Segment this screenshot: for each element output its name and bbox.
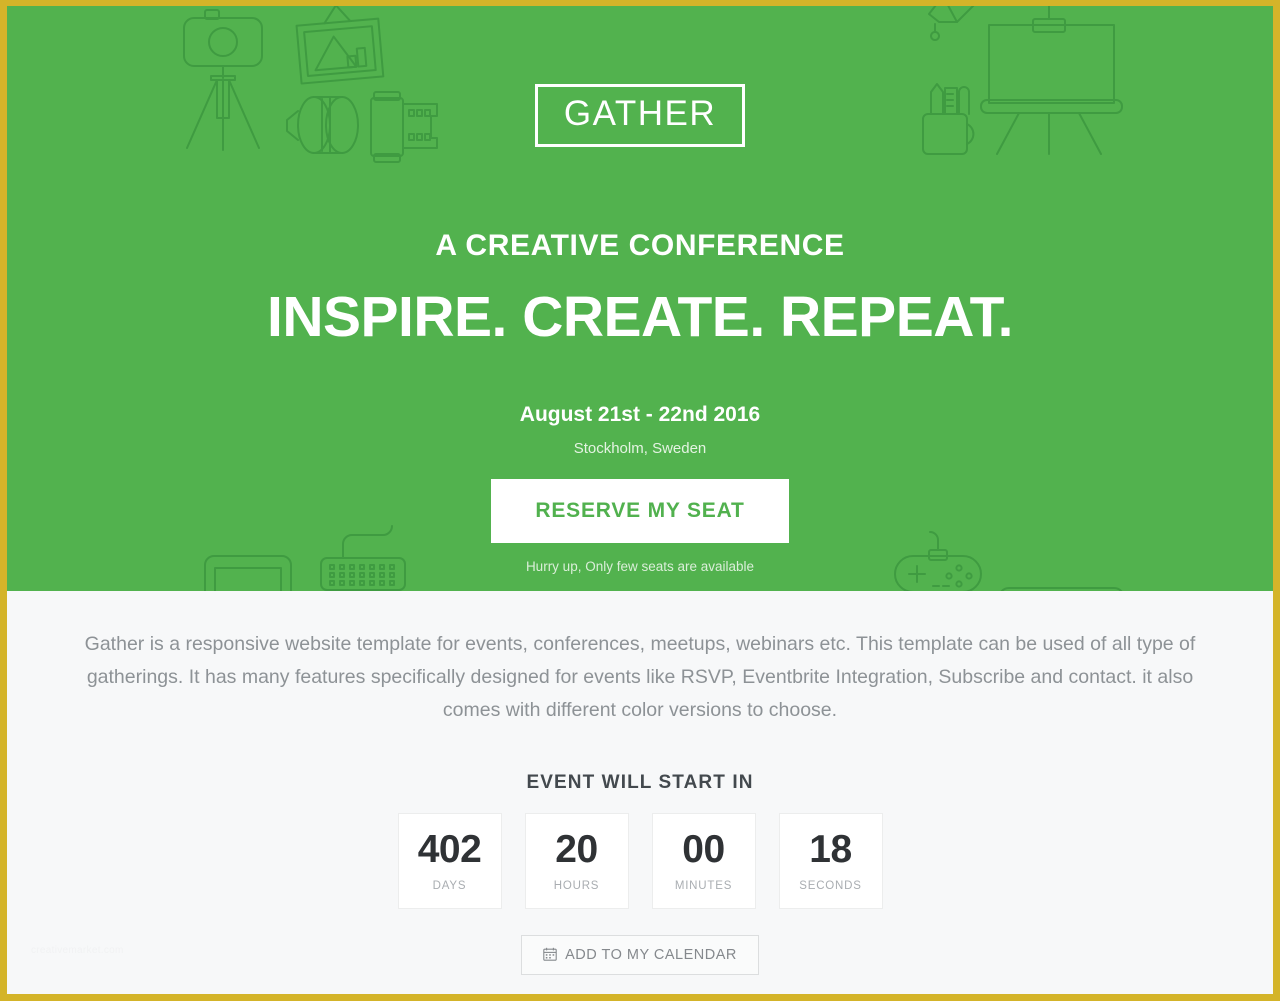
countdown-unit-days: 402 DAYS: [397, 813, 502, 910]
countdown-timer: 402 DAYS 20 HOURS 00 MINUTES 18 SECONDS: [7, 813, 1273, 910]
countdown-value: 402: [417, 828, 482, 872]
watermark-text: creativemarket.com: [31, 945, 124, 956]
countdown-label: MINUTES: [674, 880, 733, 893]
hero-tagline: A CREATIVE CONFERENCE: [435, 228, 845, 262]
add-to-calendar-label: ADD TO MY CALENDAR: [565, 947, 737, 964]
countdown-value: 20: [555, 828, 598, 872]
event-date: August 21st - 22nd 2016: [519, 403, 761, 427]
hero-section: GATHER A CREATIVE CONFERENCE INSPIRE. CR…: [7, 6, 1273, 591]
hero-headline: INSPIRE. CREATE. REPEAT.: [266, 284, 1014, 349]
reserve-seat-button[interactable]: RESERVE MY SEAT: [491, 479, 789, 544]
countdown-unit-hours: 20 HOURS: [524, 813, 629, 910]
countdown-heading: EVENT WILL START IN: [526, 772, 754, 794]
page-frame: GATHER A CREATIVE CONFERENCE INSPIRE. CR…: [0, 0, 1280, 1001]
countdown-label: SECONDS: [799, 880, 862, 893]
countdown-label: HOURS: [553, 880, 600, 893]
countdown-label: DAYS: [432, 880, 467, 893]
countdown-value: 00: [682, 828, 725, 872]
countdown-unit-minutes: 00 MINUTES: [651, 813, 756, 910]
brand-logo[interactable]: GATHER: [534, 84, 746, 147]
countdown-unit-seconds: 18 SECONDS: [778, 813, 883, 910]
calendar-icon: [543, 947, 557, 963]
add-to-calendar-button[interactable]: ADD TO MY CALENDAR: [521, 935, 759, 976]
page-content: GATHER A CREATIVE CONFERENCE INSPIRE. CR…: [7, 6, 1273, 994]
about-section: Gather is a responsive website template …: [7, 591, 1273, 994]
countdown-value: 18: [809, 828, 852, 872]
intro-paragraph: Gather is a responsive website template …: [84, 633, 1196, 721]
event-location: Stockholm, Sweden: [573, 440, 707, 458]
seats-availability-note: Hurry up, Only few seats are available: [525, 559, 755, 575]
